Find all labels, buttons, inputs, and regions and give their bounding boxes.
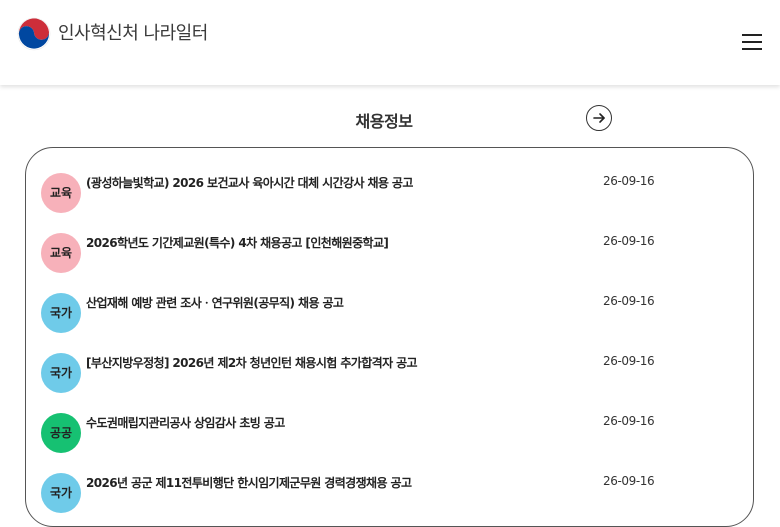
category-badge: 교육 <box>41 233 81 273</box>
section-title: 채용정보 <box>355 112 413 131</box>
job-title-link[interactable]: 산업재해 예방 관련 조사ㆍ연구위원(공무직) 채용 공고 <box>86 294 344 311</box>
job-date: 26-09-16 <box>603 294 655 308</box>
site-logo[interactable]: 인사혁신처 나라일터 <box>15 15 208 53</box>
category-badge: 국가 <box>41 353 81 393</box>
job-list-item[interactable]: 국가 2026년 공군 제11전투비행단 한시임기제군무원 경력경쟁채용 공고 26… <box>26 448 753 513</box>
job-date: 26-09-16 <box>603 354 655 368</box>
category-badge: 교육 <box>41 173 81 213</box>
arrow-right-icon <box>593 113 605 123</box>
category-badge: 국가 <box>41 473 81 513</box>
hamburger-menu-icon[interactable] <box>742 32 764 50</box>
category-badge: 공공 <box>41 413 81 453</box>
job-list-item[interactable]: 공공 수도권매립지관리공사 상임감사 초빙 공고 26-09-16 <box>26 388 753 453</box>
job-title-link[interactable]: 2026년 공군 제11전투비행단 한시임기제군무원 경력경쟁채용 공고 <box>86 474 412 491</box>
job-list-card: 교육 (광성하늘빛학교) 2026 보건교사 육아시간 대체 시간강사 채용 공고… <box>25 147 754 527</box>
job-date: 26-09-16 <box>603 174 655 188</box>
category-badge: 국가 <box>41 293 81 333</box>
job-list-item[interactable]: 국가 산업재해 예방 관련 조사ㆍ연구위원(공무직) 채용 공고 26-09-16 <box>26 268 753 333</box>
job-list-item[interactable]: 국가 [부산지방우정청] 2026년 제2차 청년인턴 채용시험 추가합격자 공고… <box>26 328 753 393</box>
site-header: 인사혁신처 나라일터 <box>0 0 780 85</box>
job-title-link[interactable]: 2026학년도 기간제교원(특수) 4차 채용공고 [인천해원중학교] <box>86 234 389 251</box>
job-list-item[interactable]: 교육 2026학년도 기간제교원(특수) 4차 채용공고 [인천해원중학교] 26-… <box>26 208 753 273</box>
job-title-link[interactable]: 수도권매립지관리공사 상임감사 초빙 공고 <box>86 414 285 431</box>
job-title-link[interactable]: [부산지방우정청] 2026년 제2차 청년인턴 채용시험 추가합격자 공고 <box>86 354 418 371</box>
view-more-button[interactable] <box>586 105 612 131</box>
taegeuk-emblem-icon <box>17 17 51 51</box>
job-title-link[interactable]: (광성하늘빛학교) 2026 보건교사 육아시간 대체 시간강사 채용 공고 <box>86 174 413 191</box>
job-date: 26-09-16 <box>603 234 655 248</box>
job-list-item[interactable]: 교육 (광성하늘빛학교) 2026 보건교사 육아시간 대체 시간강사 채용 공고… <box>26 148 753 213</box>
job-date: 26-09-16 <box>603 474 655 488</box>
job-date: 26-09-16 <box>603 414 655 428</box>
logo-text: 인사혁신처 나라일터 <box>58 23 208 44</box>
